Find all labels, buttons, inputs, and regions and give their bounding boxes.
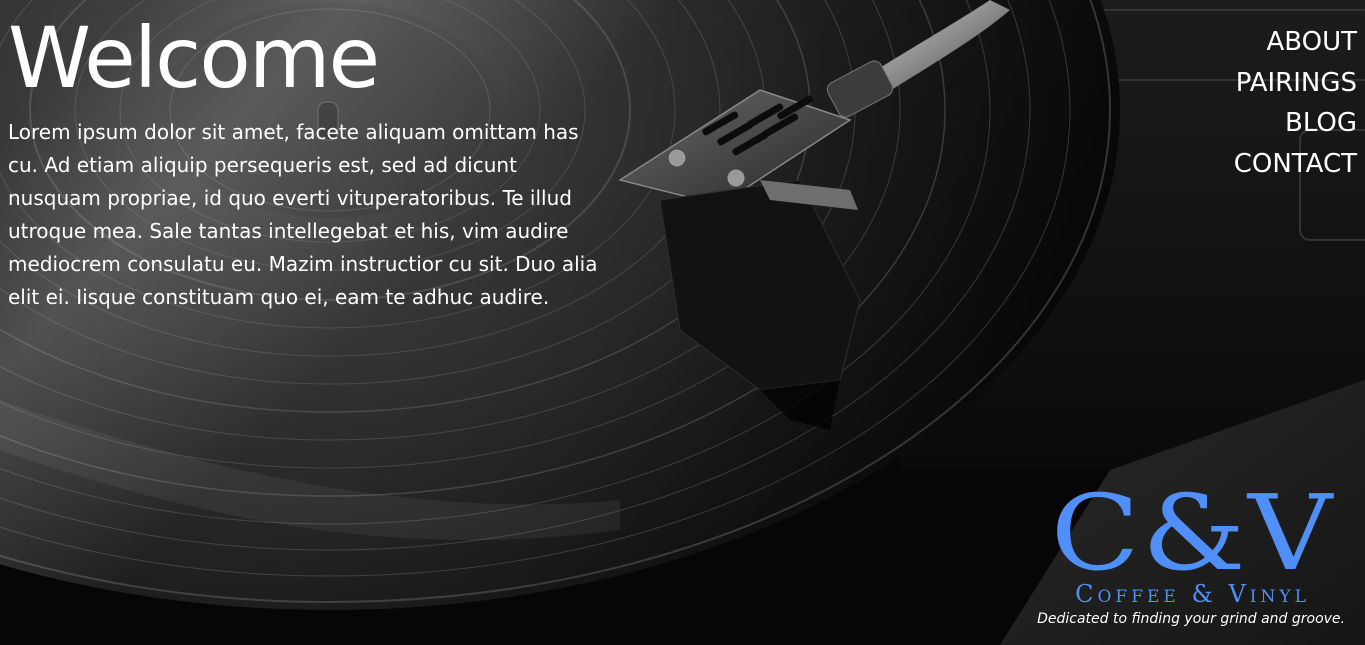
brand-logo-monogram: C&V: [1050, 472, 1335, 594]
hero: Welcome Lorem ipsum dolor sit amet, face…: [8, 8, 598, 314]
hero-paragraph: Lorem ipsum dolor sit amet, facete aliqu…: [8, 120, 598, 309]
brand-logo-block[interactable]: C&V Coffee & Vinyl Dedicated to finding …: [1030, 478, 1355, 629]
nav-link-contact[interactable]: CONTACT: [1234, 144, 1357, 185]
main-nav: ABOUT PAIRINGS BLOG CONTACT: [1234, 22, 1357, 184]
page: Welcome Lorem ipsum dolor sit amet, face…: [0, 0, 1365, 645]
nav-link-pairings[interactable]: PAIRINGS: [1234, 63, 1357, 104]
nav-link-about[interactable]: ABOUT: [1234, 22, 1357, 63]
nav-link-blog[interactable]: BLOG: [1234, 103, 1357, 144]
brand-tagline: Dedicated to finding your grind and groo…: [1037, 611, 1345, 627]
page-title: Welcome: [8, 9, 380, 107]
